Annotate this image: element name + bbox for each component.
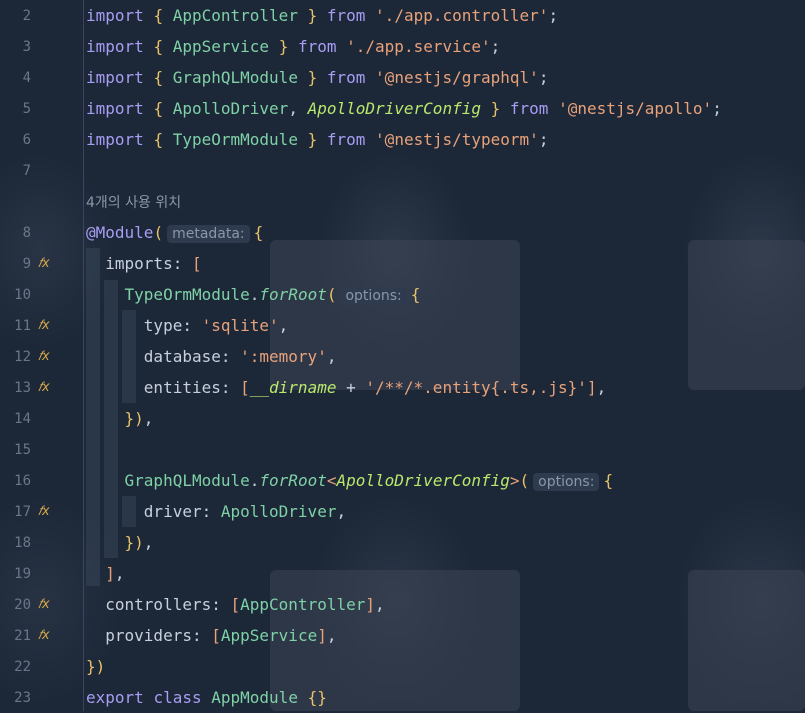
code-text[interactable]: import { AppService } from './app.servic… xyxy=(86,37,500,56)
code-text[interactable]: TypeOrmModule.forRoot(options:{ xyxy=(86,285,420,305)
usage-hint-line: 4개의 사용 위치 xyxy=(0,186,805,217)
code-text[interactable]: import { ApolloDriver, ApolloDriverConfi… xyxy=(86,99,722,118)
code-line[interactable]: 4 import { GraphQLModule } from '@nestjs… xyxy=(0,62,805,93)
code-line[interactable]: 21 𝑓x providers: [AppService], xyxy=(0,620,805,651)
line-number: 14 xyxy=(14,410,31,427)
code-line[interactable]: 19 ], xyxy=(0,558,805,589)
inlay-hint: metadata: xyxy=(167,224,250,243)
line-number: 4 xyxy=(22,69,31,86)
code-text[interactable]: }), xyxy=(86,409,154,428)
code-line[interactable]: 17 𝑓x driver: ApolloDriver, xyxy=(0,496,805,527)
code-line[interactable]: 12 𝑓x database: ':memory', xyxy=(0,341,805,372)
line-number: 21 xyxy=(14,627,31,644)
code-text[interactable]: import { GraphQLModule } from '@nestjs/g… xyxy=(86,68,548,87)
function-marker-icon: 𝑓x xyxy=(38,380,50,395)
line-number: 19 xyxy=(14,565,31,582)
code-text[interactable]: imports: [ xyxy=(86,254,201,273)
code-editor[interactable]: 2 import { AppController } from './app.c… xyxy=(0,0,805,711)
line-number: 5 xyxy=(22,100,31,117)
line-number: 22 xyxy=(14,658,31,675)
code-text[interactable]: providers: [AppService], xyxy=(86,626,336,645)
line-number: 8 xyxy=(22,224,31,241)
line-number: 20 xyxy=(14,596,31,613)
code-line[interactable]: 20 𝑓x controllers: [AppController], xyxy=(0,589,805,620)
code-text[interactable]: database: ':memory', xyxy=(86,347,337,366)
function-marker-icon: 𝑓x xyxy=(38,318,50,333)
code-line[interactable]: 15 xyxy=(0,434,805,465)
code-line[interactable]: 7 xyxy=(0,155,805,186)
usage-hint[interactable]: 4개의 사용 위치 xyxy=(86,192,181,212)
code-text[interactable]: entities: [__dirname + '/**/*.entity{.ts… xyxy=(86,378,606,397)
line-number: 9 xyxy=(22,255,31,272)
line-number: 3 xyxy=(22,38,31,55)
code-line[interactable]: 9 𝑓x imports: [ xyxy=(0,248,805,279)
code-text[interactable]: export class AppModule {} xyxy=(86,688,327,707)
code-line[interactable]: 8 @Module(metadata:{ xyxy=(0,217,805,248)
code-line[interactable]: 23 export class AppModule {} xyxy=(0,682,805,713)
line-number: 18 xyxy=(14,534,31,551)
code-text[interactable]: import { AppController } from './app.con… xyxy=(86,6,558,25)
line-number: 13 xyxy=(14,379,31,396)
inlay-hint: options: xyxy=(533,472,600,491)
line-number: 10 xyxy=(14,286,31,303)
function-marker-icon: 𝑓x xyxy=(38,628,50,643)
code-text[interactable]: import { TypeOrmModule } from '@nestjs/t… xyxy=(86,130,548,149)
line-number: 12 xyxy=(14,348,31,365)
code-line[interactable]: 6 import { TypeOrmModule } from '@nestjs… xyxy=(0,124,805,155)
code-text[interactable]: }) xyxy=(86,657,105,676)
line-number: 15 xyxy=(14,441,31,458)
function-marker-icon: 𝑓x xyxy=(38,349,50,364)
code-line[interactable]: 13 𝑓x entities: [__dirname + '/**/*.enti… xyxy=(0,372,805,403)
line-number: 16 xyxy=(14,472,31,489)
code-text[interactable]: driver: ApolloDriver, xyxy=(86,502,346,521)
code-line[interactable]: 3 import { AppService } from './app.serv… xyxy=(0,31,805,62)
line-number: 2 xyxy=(22,7,31,24)
function-marker-icon: 𝑓x xyxy=(38,256,50,271)
code-text[interactable]: type: 'sqlite', xyxy=(86,316,289,335)
code-line[interactable]: 18 }), xyxy=(0,527,805,558)
function-marker-icon: 𝑓x xyxy=(38,597,50,612)
code-line[interactable]: 14 }), xyxy=(0,403,805,434)
code-text[interactable]: }), xyxy=(86,533,154,552)
code-line[interactable]: 22 }) xyxy=(0,651,805,682)
code-text[interactable]: controllers: [AppController], xyxy=(86,595,384,614)
code-line[interactable]: 11 𝑓x type: 'sqlite', xyxy=(0,310,805,341)
line-number: 11 xyxy=(14,317,31,334)
code-text[interactable]: @Module(metadata:{ xyxy=(86,223,263,243)
line-number: 17 xyxy=(14,503,31,520)
line-number: 23 xyxy=(14,689,31,706)
inlay-hint: options: xyxy=(340,286,407,305)
function-marker-icon: 𝑓x xyxy=(38,504,50,519)
line-number: 7 xyxy=(22,162,31,179)
code-line[interactable]: 16 GraphQLModule.forRoot<ApolloDriverCon… xyxy=(0,465,805,496)
code-text[interactable]: GraphQLModule.forRoot<ApolloDriverConfig… xyxy=(86,471,613,491)
code-line[interactable]: 10 TypeOrmModule.forRoot(options:{ xyxy=(0,279,805,310)
code-line[interactable]: 5 import { ApolloDriver, ApolloDriverCon… xyxy=(0,93,805,124)
code-text[interactable]: ], xyxy=(86,564,124,583)
line-number: 6 xyxy=(22,131,31,148)
code-line[interactable]: 2 import { AppController } from './app.c… xyxy=(0,0,805,31)
